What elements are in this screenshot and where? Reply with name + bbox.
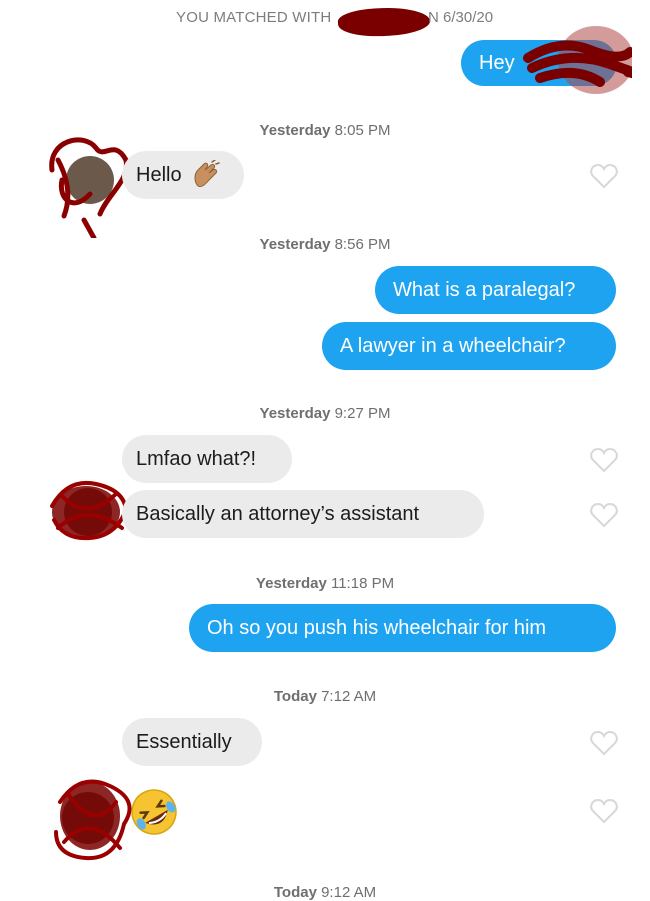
match-header: YOU MATCHED WITH: [176, 9, 332, 26]
avatar: [49, 137, 129, 238]
message-text: Oh so you push his wheelchair for him: [207, 616, 547, 639]
incoming-message-hello[interactable]: Hello: [122, 151, 244, 199]
timestamp: Yesterday 9:27 PM: [259, 405, 391, 422]
timestamp: Yesterday 11:18 PM: [255, 575, 395, 592]
match-date: N 6/30/20: [428, 9, 494, 26]
message-text: Hello: [136, 163, 182, 186]
timestamp: Today 7:12 AM: [273, 688, 377, 705]
message-text: Basically an attorney’s assistant: [136, 502, 420, 525]
waving-hand-icon: [194, 160, 220, 188]
avatar: [54, 779, 132, 861]
timestamp: Yesterday 8:56 PM: [259, 236, 391, 253]
incoming-message-essentially[interactable]: Essentially: [122, 718, 262, 766]
message-text: Essentially: [136, 730, 232, 753]
message-text: Lmfao what?!: [136, 447, 257, 470]
message-text: Hey: [479, 51, 515, 74]
like-heart-icon[interactable]: [590, 502, 618, 528]
message-text: What is a paralegal?: [393, 278, 576, 301]
incoming-message-lmfao[interactable]: Lmfao what?!: [122, 435, 292, 483]
incoming-message-assistant[interactable]: Basically an attorney’s assistant: [122, 490, 484, 538]
outgoing-message-lawyer[interactable]: A lawyer in a wheelchair?: [322, 322, 616, 370]
like-heart-icon[interactable]: [590, 163, 618, 189]
redaction-scribble: [523, 26, 632, 94]
like-heart-icon[interactable]: [590, 730, 618, 756]
like-heart-icon[interactable]: [590, 798, 618, 824]
redacted-name: [337, 5, 431, 39]
rolling-laughing-emoji-icon: [131, 789, 177, 835]
outgoing-message-paralegal[interactable]: What is a paralegal?: [375, 266, 616, 314]
timestamp: Today 9:12 AM: [273, 884, 377, 901]
outgoing-message-push[interactable]: Oh so you push his wheelchair for him: [189, 604, 616, 652]
avatar: [50, 481, 129, 541]
message-text: A lawyer in a wheelchair?: [340, 334, 566, 357]
like-heart-icon[interactable]: [590, 447, 618, 473]
